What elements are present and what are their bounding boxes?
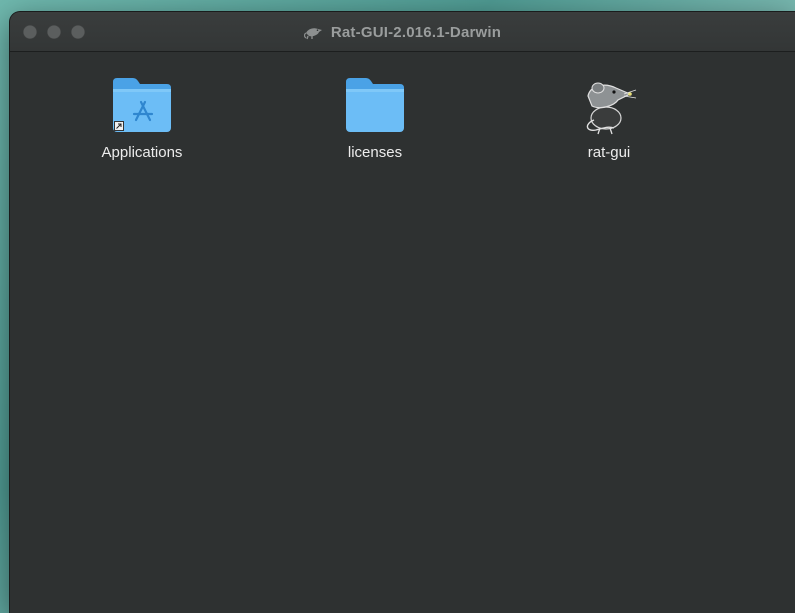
alias-arrow-icon [114, 121, 124, 131]
rat-gui-label: rat-gui [587, 144, 631, 161]
window-title: Rat-GUI-2.016.1-Darwin [330, 23, 502, 41]
finder-content: Applications licenses rat-gui [10, 52, 795, 613]
window-title-area: Rat-GUI-2.016.1-Darwin [10, 12, 795, 52]
rat-icon [303, 28, 322, 40]
licenses-item[interactable]: licenses [305, 74, 445, 161]
finder-window: Rat-GUI-2.016.1-Darwin Applications lice… [10, 12, 795, 613]
window-titlebar[interactable]: Rat-GUI-2.016.1-Darwin [10, 12, 795, 52]
applications-folder-alias-icon[interactable] [107, 74, 177, 136]
applications-label: Applications [101, 144, 183, 161]
rat-app-icon[interactable] [574, 74, 644, 136]
licenses-label: licenses [347, 144, 403, 161]
rat-gui-item[interactable]: rat-gui [539, 74, 679, 161]
applications-item[interactable]: Applications [72, 74, 212, 161]
folder-icon[interactable] [340, 74, 410, 136]
